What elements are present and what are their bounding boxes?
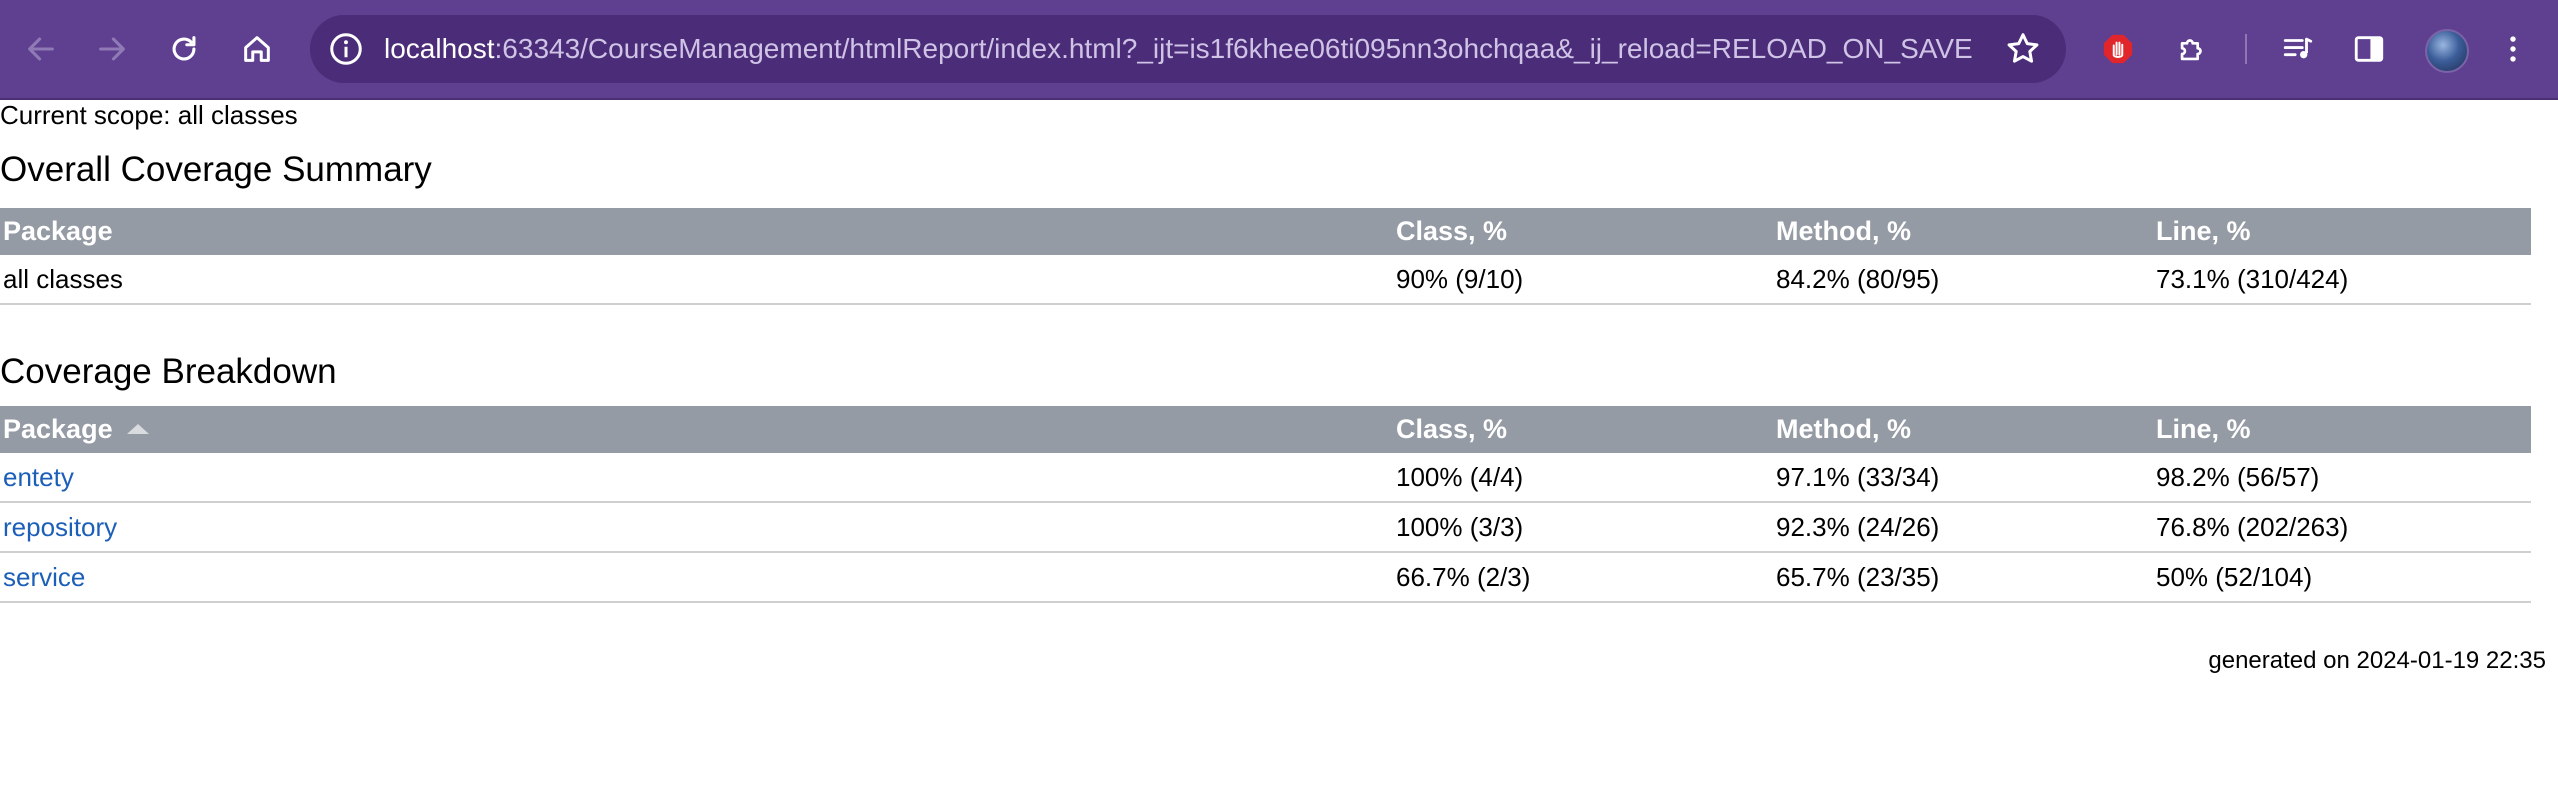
table-row: repository 100% (3/3) 92.3% (24/26) 76.8…	[0, 502, 2531, 553]
col-line[interactable]: Line, %	[2153, 406, 2531, 453]
summary-title: Overall Coverage Summary	[0, 150, 432, 189]
url-path: :63343/CourseManagement/htmlReport/index…	[494, 33, 1973, 64]
cell-line: 50% (52/104)	[2153, 552, 2531, 603]
breakdown-table: Package Class, % Method, % Line, % entet…	[0, 406, 2531, 603]
cell-line: 98.2% (56/57)	[2153, 453, 2531, 503]
toolbar-divider	[2245, 34, 2247, 64]
site-info-icon[interactable]	[328, 31, 364, 67]
media-controls-button[interactable]	[2272, 23, 2324, 75]
home-button[interactable]	[231, 23, 283, 75]
browser-toolbar: localhost:63343/CourseManagement/htmlRep…	[0, 0, 2558, 100]
package-link-service[interactable]: service	[3, 562, 85, 592]
stop-hand-icon	[2103, 34, 2133, 64]
table-row: all classes 90% (9/10) 84.2% (80/95) 73.…	[0, 255, 2531, 305]
bookmark-star-icon[interactable]	[2004, 30, 2042, 68]
col-package-label: Package	[3, 414, 113, 444]
col-method: Method, %	[1773, 208, 2153, 255]
reload-button[interactable]	[158, 23, 210, 75]
cell-class: 100% (3/3)	[1393, 502, 1773, 553]
forward-button[interactable]	[86, 23, 138, 75]
col-package: Package	[0, 208, 1393, 255]
extension-adblock-button[interactable]	[2092, 23, 2144, 75]
cell-class: 100% (4/4)	[1393, 453, 1773, 503]
cell-method: 92.3% (24/26)	[1773, 502, 2153, 553]
reload-icon	[172, 36, 196, 61]
cell-method: 65.7% (23/35)	[1773, 552, 2153, 603]
home-icon	[244, 36, 270, 62]
puzzle-icon	[2180, 39, 2202, 61]
current-scope: Current scope: all classes	[0, 100, 298, 130]
arrow-left-icon	[28, 37, 54, 61]
cell-class: 90% (9/10)	[1393, 255, 1773, 305]
url-host: localhost	[384, 33, 495, 64]
col-line: Line, %	[2153, 208, 2531, 255]
side-panel-button[interactable]	[2343, 23, 2395, 75]
playlist-icon	[2283, 37, 2313, 59]
col-class: Class, %	[1393, 208, 1773, 255]
package-link-repository[interactable]: repository	[3, 512, 117, 542]
breakdown-title: Coverage Breakdown	[0, 352, 337, 391]
side-panel-icon	[2354, 36, 2384, 62]
cell-line: 76.8% (202/263)	[2153, 502, 2531, 553]
cell-package: all classes	[0, 255, 1393, 305]
arrow-right-icon	[99, 37, 125, 61]
col-method[interactable]: Method, %	[1773, 406, 2153, 453]
sort-ascending-icon[interactable]	[126, 423, 149, 434]
generated-timestamp: generated on 2024-01-19 22:35	[2208, 647, 2546, 674]
col-class[interactable]: Class, %	[1393, 406, 1773, 453]
table-row: entety 100% (4/4) 97.1% (33/34) 98.2% (5…	[0, 453, 2531, 503]
profile-avatar[interactable]	[2425, 29, 2469, 73]
summary-table: Package Class, % Method, % Line, % all c…	[0, 208, 2531, 305]
cell-class: 66.7% (2/3)	[1393, 552, 1773, 603]
back-button[interactable]	[15, 23, 67, 75]
package-link-entety[interactable]: entety	[3, 462, 74, 492]
address-bar[interactable]: localhost:63343/CourseManagement/htmlRep…	[310, 15, 2066, 83]
extensions-button[interactable]	[2166, 23, 2218, 75]
col-package-sortable[interactable]: Package	[0, 406, 1393, 453]
cell-line: 73.1% (310/424)	[2153, 255, 2531, 305]
cell-method: 84.2% (80/95)	[1773, 255, 2153, 305]
browser-menu-button[interactable]	[2487, 23, 2539, 75]
table-row: service 66.7% (2/3) 65.7% (23/35) 50% (5…	[0, 552, 2531, 603]
more-vertical-icon	[2510, 36, 2516, 62]
cell-method: 97.1% (33/34)	[1773, 453, 2153, 503]
summary-header-row: Package Class, % Method, % Line, %	[0, 208, 2531, 255]
url-text[interactable]: localhost:63343/CourseManagement/htmlRep…	[384, 31, 1973, 67]
breakdown-header-row: Package Class, % Method, % Line, %	[0, 406, 2531, 453]
